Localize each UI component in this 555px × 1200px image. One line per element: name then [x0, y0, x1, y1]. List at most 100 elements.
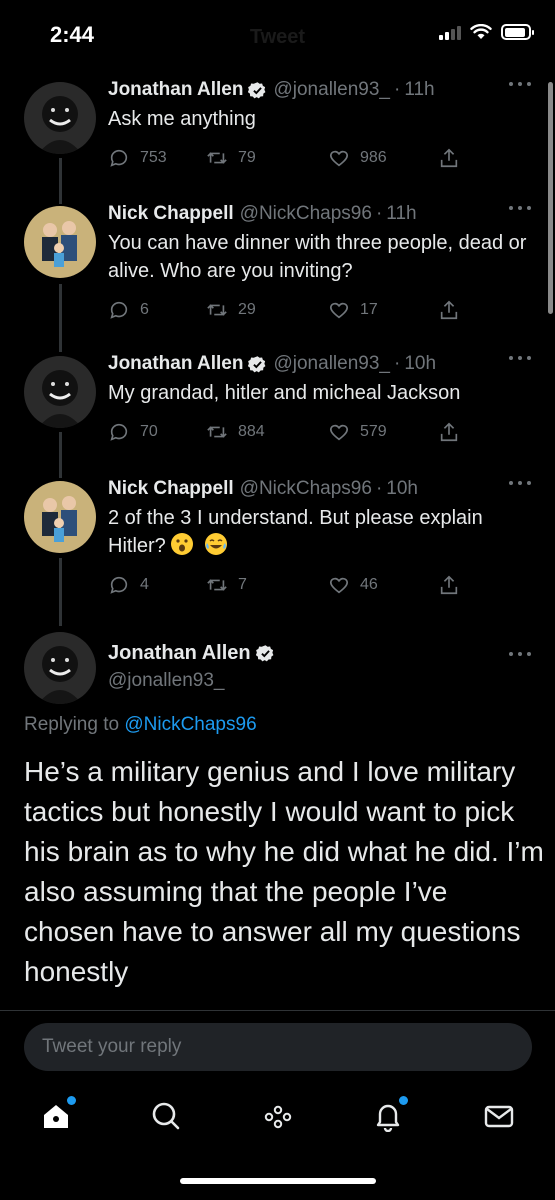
thread-line — [59, 432, 62, 478]
like-count: 46 — [360, 576, 378, 593]
avatar[interactable] — [24, 632, 96, 704]
tab-home[interactable] — [40, 1096, 76, 1132]
tweet-time[interactable]: 11h — [404, 78, 434, 102]
tweet-time[interactable]: 10h — [404, 352, 436, 376]
heart-icon — [329, 424, 349, 441]
author-handle[interactable]: @jonallen93_ — [108, 670, 225, 692]
battery-icon — [501, 24, 534, 40]
new-content-dot — [67, 1096, 76, 1105]
retweet-button[interactable]: 7 — [206, 574, 247, 596]
share-icon — [440, 300, 458, 320]
author-name[interactable]: Jonathan Allen — [108, 642, 251, 665]
tab-spaces[interactable] — [262, 1100, 294, 1132]
heart-icon — [329, 150, 349, 167]
heart-icon — [329, 577, 349, 594]
avatar[interactable] — [24, 356, 96, 428]
tab-messages[interactable] — [483, 1100, 515, 1132]
reply-input[interactable]: Tweet your reply — [24, 1023, 532, 1071]
author-name[interactable]: Jonathan Allen — [108, 78, 243, 102]
verified-badge-icon — [248, 81, 266, 98]
new-notification-dot — [399, 1096, 408, 1105]
thread-line — [59, 158, 62, 204]
more-options-icon[interactable] — [509, 481, 531, 487]
tweet-text: My grandad, hitler and micheal Jackson — [108, 382, 461, 404]
heart-icon — [329, 302, 349, 319]
tweet-time[interactable]: 11h — [386, 202, 416, 226]
retweet-button[interactable]: 884 — [206, 421, 265, 443]
like-count: 986 — [360, 149, 387, 166]
share-icon — [440, 148, 458, 168]
reply-icon — [110, 149, 128, 167]
retweet-icon — [207, 304, 227, 316]
tab-search[interactable] — [150, 1100, 182, 1132]
retweet-icon — [207, 426, 227, 438]
reply-placeholder: Tweet your reply — [42, 1036, 182, 1057]
like-button[interactable]: 986 — [328, 147, 387, 169]
like-count: 17 — [360, 301, 378, 318]
messages-icon — [484, 1105, 514, 1128]
more-options-icon[interactable] — [509, 356, 531, 362]
tweet-actions: 6 29 17 — [108, 299, 531, 323]
like-button[interactable]: 46 — [328, 574, 378, 596]
reply-icon — [110, 423, 128, 441]
reply-icon — [110, 301, 128, 319]
retweet-button[interactable]: 79 — [206, 147, 256, 169]
like-button[interactable]: 17 — [328, 299, 378, 321]
thread-line — [59, 284, 62, 352]
share-icon — [440, 575, 458, 595]
tab-bar — [0, 1088, 555, 1148]
author-name[interactable]: Nick Chappell — [108, 202, 234, 226]
reply-icon — [110, 576, 128, 594]
spaces-icon — [264, 1105, 292, 1129]
author-handle[interactable]: @NickChaps96 — [240, 477, 372, 501]
face-with-tears-of-joy-icon — [204, 533, 227, 555]
tab-notifications[interactable] — [372, 1096, 408, 1133]
retweet-count: 884 — [238, 423, 265, 440]
main-tweet-text: He’s a military genius and I love milita… — [24, 756, 544, 987]
verified-badge-icon — [248, 355, 266, 372]
divider — [0, 1010, 555, 1011]
retweet-button[interactable]: 29 — [206, 299, 256, 321]
more-options-icon[interactable] — [509, 206, 531, 212]
home-icon — [44, 1105, 68, 1128]
like-count: 579 — [360, 423, 387, 440]
tweet-actions: 4 7 46 — [108, 574, 531, 598]
replying-mention[interactable]: @NickChaps96 — [124, 714, 256, 735]
more-options-icon[interactable] — [509, 652, 531, 658]
reply-button[interactable]: 753 — [108, 147, 167, 169]
author-handle[interactable]: @jonallen93_ — [273, 78, 390, 102]
share-button[interactable] — [438, 421, 460, 443]
status-icons — [439, 24, 534, 40]
home-indicator[interactable] — [180, 1178, 376, 1184]
reply-count: 6 — [140, 301, 149, 318]
avatar[interactable] — [24, 82, 96, 154]
avatar[interactable] — [24, 206, 96, 278]
share-button[interactable] — [438, 147, 460, 169]
reply-button[interactable]: 70 — [108, 421, 158, 443]
share-button[interactable] — [438, 299, 460, 321]
avatar[interactable] — [24, 481, 96, 553]
retweet-icon — [207, 152, 227, 164]
share-icon — [440, 422, 458, 442]
battery-level — [504, 27, 526, 37]
reply-button[interactable]: 6 — [108, 299, 149, 321]
face-with-open-mouth-icon — [170, 533, 193, 555]
author-handle[interactable]: @NickChaps96 — [240, 202, 372, 226]
search-icon — [152, 1102, 180, 1130]
scrollbar[interactable] — [548, 82, 553, 314]
tweet-text: Ask me anything — [108, 108, 256, 130]
wifi-icon — [470, 24, 492, 39]
reply-button[interactable]: 4 — [108, 574, 149, 596]
replying-prefix: Replying to — [24, 714, 120, 735]
author-name[interactable]: Nick Chappell — [108, 477, 234, 501]
author-name[interactable]: Jonathan Allen — [108, 352, 243, 376]
verified-badge-icon — [255, 645, 274, 662]
tweet-text: 2 of the 3 I understand. But please expl… — [108, 504, 531, 560]
tweet-time[interactable]: 10h — [386, 477, 418, 501]
status-bar: 2:44 Tweet — [0, 0, 555, 70]
author-handle[interactable]: @jonallen93_ — [273, 352, 390, 376]
more-options-icon[interactable] — [509, 82, 531, 88]
like-button[interactable]: 579 — [328, 421, 387, 443]
share-button[interactable] — [438, 574, 460, 596]
tweet-text-content: 2 of the 3 I understand. But please expl… — [108, 507, 483, 557]
